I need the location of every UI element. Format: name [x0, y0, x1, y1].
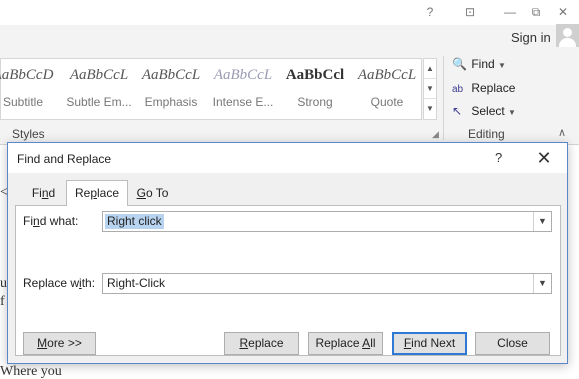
- tab-text: Fi: [31, 186, 42, 200]
- close-button[interactable]: Close: [475, 332, 550, 355]
- ribbon-select-label: Select: [471, 104, 505, 118]
- dialog-close-icon[interactable]: ✕: [533, 147, 555, 169]
- chevron-down-icon: ▼: [508, 108, 516, 117]
- style-subtle-emphasis[interactable]: AaBbCcL Subtle Em...: [63, 59, 135, 119]
- chevron-down-icon[interactable]: ▼: [533, 212, 551, 231]
- style-name: Strong: [297, 95, 333, 109]
- replace-with-value[interactable]: Right-Click: [105, 276, 167, 291]
- style-sample: AaBbCcL: [141, 67, 201, 83]
- document-text: f: [0, 294, 5, 309]
- style-subtitle[interactable]: AaBbCcD Subtitle: [0, 59, 59, 119]
- label-text: Replace w: [23, 276, 80, 290]
- cursor-arrow-icon: ↖: [452, 104, 463, 118]
- style-sample: AaBbCcL: [213, 67, 273, 83]
- style-name: Quote: [370, 95, 404, 109]
- ribbon-select-button[interactable]: ↖ Select ▼: [452, 104, 516, 118]
- style-sample: AaBbCcL: [357, 67, 417, 83]
- ribbon-replace-label: Replace: [471, 81, 516, 95]
- replace-icon: ab: [452, 84, 464, 95]
- ribbon-display-options-icon[interactable]: ⊡: [460, 3, 480, 21]
- replace-with-label: Replace with:: [23, 276, 95, 290]
- button-accesskey: R: [239, 336, 249, 350]
- styles-dialog-launcher-icon[interactable]: ◢: [432, 129, 439, 140]
- word-ribbon: ? ⊡ — ⧉ ✕ Sign in AaBbCcD Subtitle AaBbC…: [0, 0, 579, 145]
- group-separator: [443, 56, 444, 140]
- tab-accesskey: n: [41, 186, 49, 200]
- minimize-icon[interactable]: —: [500, 3, 520, 21]
- tab-go-to[interactable]: Go To: [130, 183, 175, 205]
- button-accesskey: M: [37, 336, 48, 350]
- label-text: th:: [81, 276, 96, 290]
- find-what-input[interactable]: Right click ▼: [102, 211, 552, 232]
- editing-group-label: Editing: [468, 127, 505, 141]
- tab-replace[interactable]: Replace: [66, 180, 128, 206]
- window-title-bar: ? ⊡ — ⧉ ✕: [0, 0, 579, 25]
- style-sample: AaBbCcl: [285, 67, 345, 83]
- find-what-label: Find what:: [23, 214, 78, 228]
- tab-accesskey: p: [90, 186, 97, 200]
- replace-all-button[interactable]: Replace All: [308, 332, 383, 355]
- find-next-button[interactable]: Find Next: [392, 332, 467, 355]
- document-text: Where you: [0, 364, 62, 379]
- styles-group-label: Styles: [12, 127, 45, 141]
- button-text: ind Next: [411, 336, 456, 350]
- style-intense-emphasis[interactable]: AaBbCcL Intense E...: [207, 59, 279, 119]
- binoculars-icon: 🔍: [452, 57, 467, 71]
- close-window-icon[interactable]: ✕: [553, 3, 573, 21]
- styles-gallery-scroll: ▲ ▼ ▼: [423, 58, 437, 120]
- button-text: Replace: [315, 336, 363, 350]
- style-quote[interactable]: AaBbCcL Quote: [351, 59, 423, 119]
- avatar-body-icon: [559, 38, 576, 47]
- tab-text: lace: [97, 186, 120, 200]
- label-text: d what:: [39, 214, 79, 228]
- button-text: eplace: [248, 336, 284, 350]
- tab-find[interactable]: Find: [21, 183, 66, 205]
- style-sample: AaBbCcD: [0, 67, 54, 83]
- scroll-up-icon[interactable]: ▲: [424, 59, 436, 79]
- replace-with-input[interactable]: Right-Click ▼: [102, 273, 552, 294]
- style-name: Subtle Em...: [66, 95, 132, 109]
- restore-icon[interactable]: ⧉: [526, 3, 546, 21]
- dialog-title-bar: Find and Replace ? ✕: [8, 143, 567, 173]
- ribbon-find-button[interactable]: 🔍 Find ▼: [452, 57, 506, 71]
- label-accesskey: n: [33, 214, 40, 228]
- label-text: Fi: [23, 214, 33, 228]
- sign-in-link[interactable]: Sign in: [511, 30, 551, 45]
- style-sample: AaBbCcL: [69, 67, 129, 83]
- style-name: Subtitle: [2, 95, 44, 109]
- help-icon[interactable]: ?: [420, 3, 440, 21]
- expand-gallery-icon[interactable]: ▼: [424, 99, 436, 119]
- button-text: ll: [370, 336, 376, 350]
- ribbon-find-label: Find: [471, 57, 495, 71]
- style-emphasis[interactable]: AaBbCcL Emphasis: [135, 59, 207, 119]
- collapse-ribbon-icon[interactable]: ∧: [558, 126, 566, 139]
- find-replace-dialog: Find and Replace ? ✕ Find Replace Go To …: [7, 142, 568, 364]
- button-text: ore >>: [47, 336, 82, 350]
- avatar-head-icon: [563, 28, 572, 37]
- avatar[interactable]: [556, 24, 579, 47]
- ribbon-replace-button[interactable]: ab Replace: [452, 81, 515, 95]
- tab-accesskey: G: [136, 186, 146, 200]
- chevron-down-icon[interactable]: ▼: [533, 274, 551, 293]
- tab-text: d: [48, 186, 56, 200]
- style-name: Intense E...: [212, 95, 274, 109]
- scroll-down-icon[interactable]: ▼: [424, 79, 436, 99]
- dialog-help-icon[interactable]: ?: [495, 150, 502, 165]
- more-button[interactable]: More >>: [23, 332, 96, 355]
- tab-text: o To: [145, 186, 169, 200]
- chevron-down-icon: ▼: [498, 61, 506, 70]
- style-strong[interactable]: AaBbCcl Strong: [279, 59, 351, 119]
- styles-gallery: AaBbCcD Subtitle AaBbCcL Subtle Em... Aa…: [0, 58, 422, 120]
- find-what-value[interactable]: Right click: [105, 214, 164, 229]
- button-accesskey: A: [362, 336, 371, 350]
- dialog-title: Find and Replace: [17, 152, 112, 166]
- replace-button[interactable]: Replace: [224, 332, 299, 355]
- tab-text: Re: [74, 186, 91, 200]
- style-name: Emphasis: [144, 95, 198, 109]
